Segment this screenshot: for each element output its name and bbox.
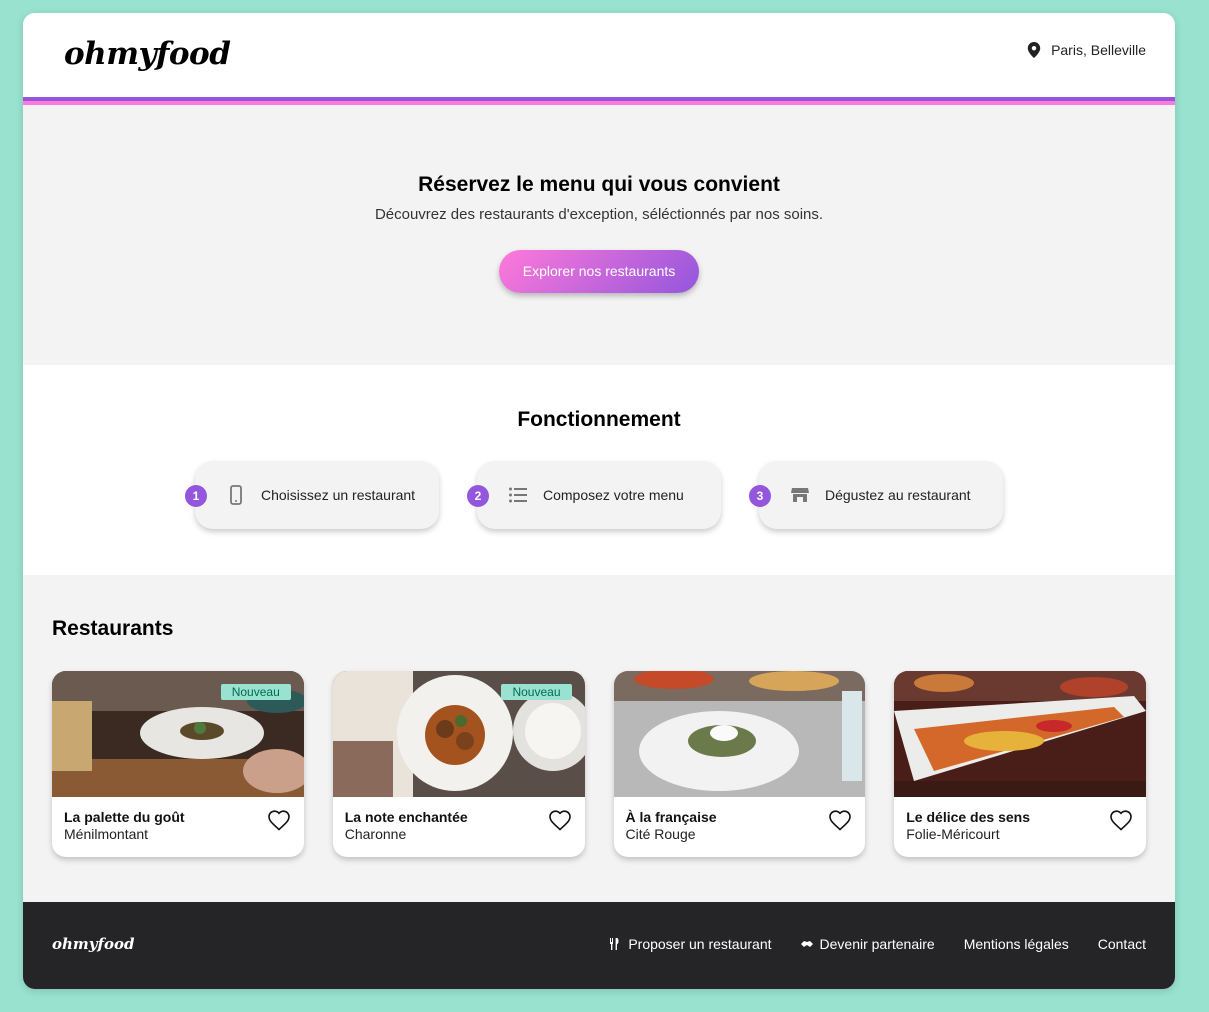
header: ohmyfood Paris, Belleville [23, 13, 1175, 97]
footer-link-label: Devenir partenaire [819, 936, 935, 952]
restaurants-section: Restaurants Nouveau La palette du goût M… [23, 575, 1175, 902]
footer-link-label: Mentions légales [963, 936, 1069, 952]
list-icon [507, 484, 529, 506]
restaurant-image: Nouveau [332, 671, 585, 797]
new-badge: Nouveau [220, 684, 291, 700]
handshake-icon [800, 941, 813, 947]
restaurant-image [894, 671, 1146, 797]
restaurant-card[interactable]: Le délice des sens Folie-Méricourt [894, 671, 1146, 857]
restaurant-card[interactable]: Nouveau La palette du goût Ménilmontant [52, 671, 304, 857]
mobile-phone-icon [225, 484, 247, 506]
heart-icon[interactable] [267, 809, 291, 831]
steps-list: 1 Choisissez un restaurant 2 Composez vo… [23, 461, 1175, 529]
restaurant-name: La note enchantée [344, 809, 468, 825]
heart-icon[interactable] [828, 809, 852, 831]
header-stripe [23, 97, 1175, 105]
restaurant-image: Nouveau [52, 671, 304, 797]
app-window: ohmyfood Paris, Belleville Réservez le m… [23, 13, 1175, 989]
step-number: 3 [749, 485, 771, 507]
restaurant-card[interactable]: À la française Cité Rouge [613, 671, 866, 857]
footer-link-partner[interactable]: Devenir partenaire [800, 936, 935, 952]
step-label: Composez votre menu [543, 487, 684, 503]
hero-section: Réservez le menu qui vous convient Décou… [23, 105, 1175, 365]
heart-icon[interactable] [548, 809, 572, 831]
step-card: 1 Choisissez un restaurant [185, 461, 439, 529]
footer-link-contact[interactable]: Contact [1098, 936, 1146, 952]
site-logo[interactable]: ohmyfood [64, 36, 231, 72]
restaurant-info: Le délice des sens Folie-Méricourt [894, 797, 1146, 842]
footer-logo[interactable]: ohmyfood [52, 935, 134, 953]
footer-link-label: Proposer un restaurant [628, 936, 772, 952]
location[interactable]: Paris, Belleville [1027, 42, 1146, 58]
restaurant-location: Cité Rouge [625, 826, 696, 842]
restaurant-list: Nouveau La palette du goût Ménilmontant [52, 671, 1146, 857]
restaurant-info: À la française Cité Rouge [614, 797, 866, 842]
new-badge: Nouveau [501, 684, 572, 700]
footer-link-legal[interactable]: Mentions légales [964, 936, 1069, 952]
hero-subtitle: Découvrez des restaurants d'exception, s… [374, 206, 824, 223]
explore-button[interactable]: Explorer nos restaurants [499, 250, 699, 293]
how-section: Fonctionnement 1 Choisissez un restauran… [23, 365, 1175, 575]
step-card: 3 Dégustez au restaurant [749, 461, 1003, 529]
how-title: Fonctionnement [517, 408, 681, 431]
restaurants-title: Restaurants [52, 617, 174, 640]
step-label: Choisissez un restaurant [261, 487, 416, 503]
footer: ohmyfood Proposer un restaurant Devenir … [23, 902, 1175, 989]
hero-title: Réservez le menu qui vous convient [418, 173, 780, 196]
step-number: 2 [467, 485, 489, 507]
footer-link-label: Contact [1097, 936, 1146, 952]
restaurant-info: La palette du goût Ménilmontant [52, 797, 304, 842]
utensils-icon [610, 938, 619, 950]
restaurant-image [613, 671, 866, 797]
heart-icon[interactable] [1109, 809, 1133, 831]
restaurant-name: La palette du goût [64, 809, 185, 825]
restaurant-location: Ménilmontant [64, 826, 149, 842]
step-card: 2 Composez votre menu [467, 461, 721, 529]
map-pin-icon [1027, 42, 1041, 58]
restaurant-location: Charonne [344, 826, 407, 842]
restaurant-location: Folie-Méricourt [906, 826, 1000, 842]
footer-link-propose[interactable]: Proposer un restaurant [609, 936, 772, 952]
location-label: Paris, Belleville [1051, 42, 1146, 58]
store-icon [789, 484, 811, 506]
restaurant-info: La note enchantée Charonne [333, 797, 585, 842]
restaurant-name: Le délice des sens [906, 809, 1030, 825]
step-number: 1 [185, 485, 207, 507]
restaurant-card[interactable]: Nouveau La note enchantée Charonne [332, 671, 585, 857]
restaurant-name: À la française [625, 809, 717, 825]
footer-links: Proposer un restaurant Devenir partenair… [609, 936, 1146, 952]
step-label: Dégustez au restaurant [825, 487, 971, 503]
